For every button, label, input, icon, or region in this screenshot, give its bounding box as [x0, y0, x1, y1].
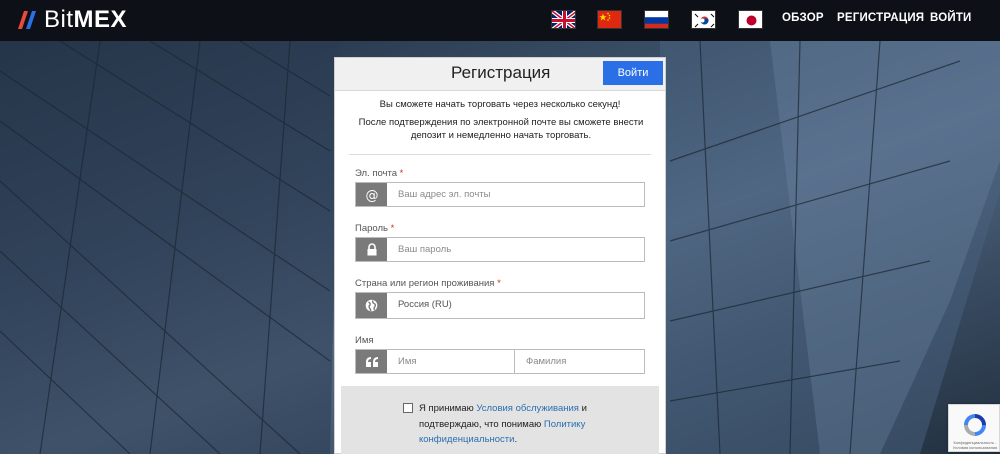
korea-flag-icon[interactable]	[691, 10, 716, 29]
recaptcha-icon	[964, 414, 986, 436]
brand-name: BitMEX	[44, 6, 128, 33]
form-title: Регистрация	[451, 63, 551, 82]
country-label: Страна или регион проживания *	[355, 278, 501, 289]
email-field[interactable]: @	[355, 182, 645, 207]
name-field-divider	[514, 350, 515, 373]
first-name-input[interactable]	[398, 354, 508, 369]
last-name-input[interactable]	[526, 354, 636, 369]
password-label: Пароль *	[355, 223, 395, 234]
email-label: Эл. почта *	[355, 168, 404, 179]
nav-overview-link[interactable]: ОБЗОР	[782, 12, 824, 24]
divider	[349, 154, 651, 155]
terms-checkbox[interactable]	[403, 403, 413, 413]
country-value: Россия (RU)	[398, 299, 452, 310]
globe-icon	[356, 293, 387, 318]
bitmex-logo[interactable]: BitMEX	[16, 6, 127, 34]
recaptcha-text: Конфиденциальность - Условия использован…	[952, 440, 998, 450]
terms-of-service-link[interactable]: Условия обслуживания	[476, 403, 579, 414]
quote-icon	[356, 350, 387, 373]
recaptcha-badge[interactable]: Конфиденциальность - Условия использован…	[948, 404, 1000, 452]
password-field[interactable]	[355, 237, 645, 262]
form-header: Регистрация Войти	[335, 58, 665, 91]
nav-login-link[interactable]: ВОЙТИ	[930, 12, 972, 24]
terms-text: Я принимаю Условия обслуживания и подтве…	[419, 403, 587, 445]
top-navbar: BitMEX ОБЗОР РЕГИСТРАЦИЯ ВОЙТИ	[0, 0, 1000, 41]
email-input[interactable]	[398, 187, 638, 202]
china-flag-icon[interactable]	[597, 10, 622, 29]
terms-agreement-box: Я принимаю Условия обслуживания и подтве…	[341, 386, 659, 454]
svg-text:@: @	[365, 188, 378, 202]
bitmex-logo-icon	[18, 11, 36, 29]
lock-icon	[356, 238, 387, 261]
intro-subtext: После подтверждения по электронной почте…	[358, 117, 644, 141]
uk-flag-icon[interactable]	[551, 10, 576, 29]
name-field	[355, 349, 645, 374]
russia-flag-icon[interactable]	[644, 10, 669, 29]
at-icon: @	[356, 183, 387, 206]
country-select[interactable]: Россия (RU)	[355, 292, 645, 319]
name-label: Имя	[355, 335, 374, 346]
registration-form: Регистрация Войти Вы сможете начать торг…	[334, 57, 666, 454]
password-input[interactable]	[398, 242, 638, 257]
intro-text: Вы сможете начать торговать через нескол…	[379, 99, 621, 110]
japan-flag-icon[interactable]	[738, 10, 763, 29]
login-button[interactable]: Войти	[603, 61, 663, 85]
nav-register-link[interactable]: РЕГИСТРАЦИЯ	[837, 12, 924, 24]
